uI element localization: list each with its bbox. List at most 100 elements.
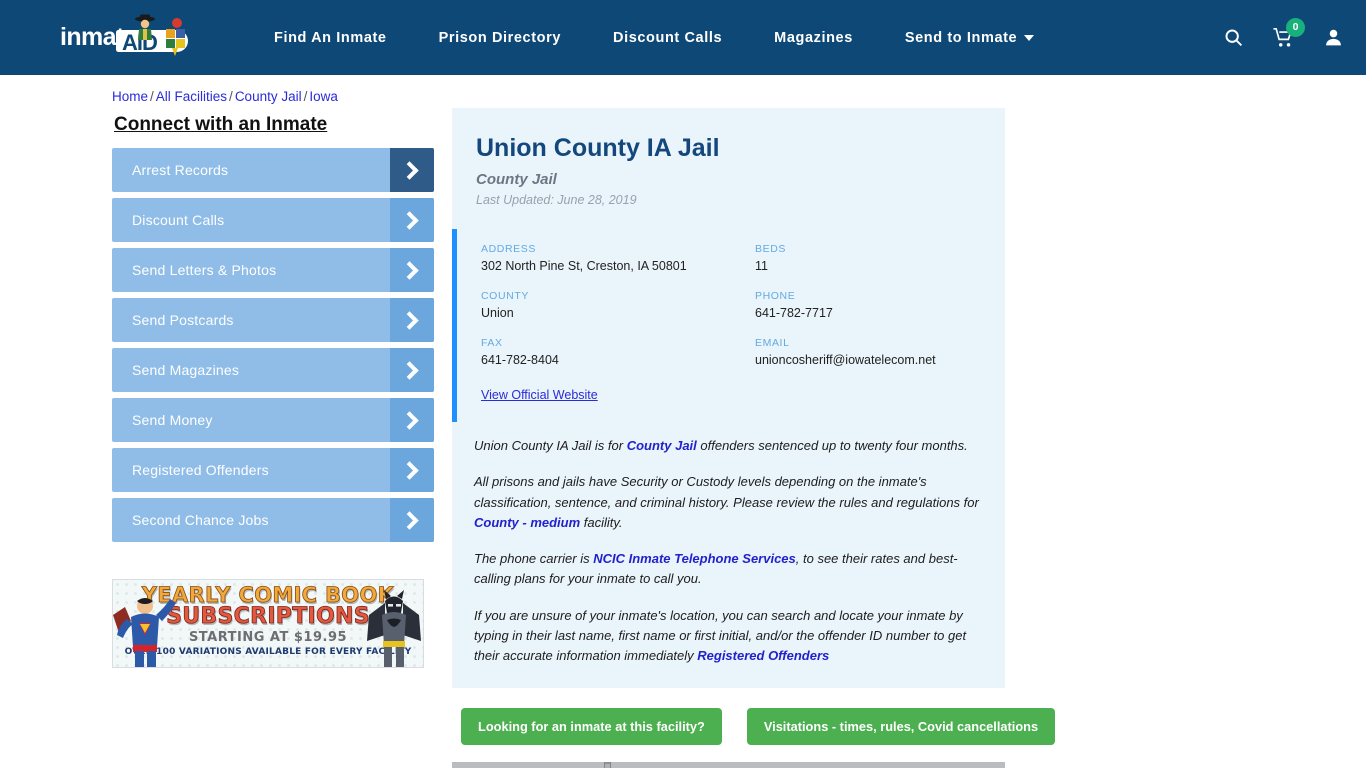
sidebar-item-arrest-records[interactable]: Arrest Records bbox=[112, 148, 434, 192]
detail-label: PHONE bbox=[755, 290, 796, 302]
detail-label: BEDS bbox=[755, 243, 786, 255]
detail-value: unioncosheriff@iowatelecom.net bbox=[755, 353, 936, 367]
sidebar-item-label: Second Chance Jobs bbox=[132, 512, 269, 528]
detail-county: COUNTY Union bbox=[481, 290, 755, 320]
desc-p4-link-registered-offenders[interactable]: Registered Offenders bbox=[697, 648, 829, 663]
sidebar-item-label: Send Magazines bbox=[132, 362, 240, 378]
chevron-right-icon bbox=[390, 148, 434, 192]
facility-subtitle: County Jail bbox=[476, 171, 557, 188]
facility-photo bbox=[452, 762, 1005, 768]
detail-value: 641-782-8404 bbox=[481, 353, 559, 367]
detail-label: EMAIL bbox=[755, 337, 790, 349]
detail-label: ADDRESS bbox=[481, 243, 536, 255]
sidebar-item-discount-calls[interactable]: Discount Calls bbox=[112, 198, 434, 242]
sidebar-item-label: Send Postcards bbox=[132, 312, 234, 328]
nav-link-send-to-inmate-label: Send to Inmate bbox=[904, 29, 1018, 46]
chevron-right-icon bbox=[390, 198, 434, 242]
sidebar-item-send-money[interactable]: Send Money bbox=[112, 398, 434, 442]
chevron-right-icon bbox=[390, 348, 434, 392]
breadcrumb: Home / All Facilities / County Jail / Iowa bbox=[0, 75, 1366, 108]
user-icon[interactable] bbox=[1323, 27, 1344, 48]
sidebar-item-label: Discount Calls bbox=[132, 212, 225, 228]
cart-icon[interactable]: 0 bbox=[1272, 17, 1305, 49]
chevron-right-icon bbox=[390, 398, 434, 442]
chevron-right-icon bbox=[390, 248, 434, 292]
page-title: Union County IA Jail bbox=[476, 134, 720, 162]
nav-icon-group: 0 bbox=[1193, 17, 1344, 49]
description-paragraph-4: If you are unsure of your inmate's locat… bbox=[474, 606, 983, 667]
sidebar-title: Connect with an Inmate bbox=[114, 114, 328, 135]
facility-content: Union County IA Jail County Jail Last Up… bbox=[452, 108, 1056, 768]
breadcrumb-item-all-facilities[interactable]: All Facilities bbox=[156, 89, 227, 104]
detail-label: FAX bbox=[481, 337, 503, 349]
view-official-website-link[interactable]: View Official Website bbox=[481, 388, 598, 402]
breadcrumb-separator: / bbox=[229, 89, 233, 104]
page-body: Home / All Facilities / County Jail / Iowa Con… bbox=[0, 75, 1366, 768]
breadcrumb-item-iowa[interactable]: Iowa bbox=[309, 89, 338, 104]
facility-last-updated: Last Updated: June 28, 2019 bbox=[476, 193, 637, 207]
desc-p1-text-b: offenders sentenced up to twenty four mo… bbox=[696, 438, 968, 453]
detail-fax: FAX 641-782-8404 bbox=[481, 337, 755, 367]
detail-label: COUNTY bbox=[481, 290, 529, 302]
chevron-right-icon bbox=[390, 298, 434, 342]
sidebar-item-label: Registered Offenders bbox=[132, 462, 269, 478]
detail-address: ADDRESS 302 North Pine St, Creston, IA 5… bbox=[481, 243, 755, 273]
description-paragraph-2: All prisons and jails have Security or C… bbox=[474, 472, 983, 533]
desc-p3-link-ncic[interactable]: NCIC Inmate Telephone Services bbox=[593, 551, 796, 566]
sidebar-item-label: Send Letters & Photos bbox=[132, 262, 277, 278]
detail-beds: BEDS 11 bbox=[755, 243, 1005, 273]
nav-link-send-to-inmate[interactable]: Send to Inmate bbox=[879, 30, 1060, 46]
sidebar-item-registered-offenders[interactable]: Registered Offenders bbox=[112, 448, 434, 492]
nav-link-magazines[interactable]: Magazines bbox=[748, 30, 879, 46]
facility-details-grid: ADDRESS 302 North Pine St, Creston, IA 5… bbox=[452, 229, 1005, 422]
detail-value: 641-782-7717 bbox=[755, 306, 833, 320]
batman-illustration bbox=[367, 590, 421, 667]
visitations-button[interactable]: Visitations - times, rules, Covid cancel… bbox=[746, 708, 1056, 746]
sidebar: Connect with an Inmate Arrest Records Di… bbox=[112, 108, 434, 768]
desc-p2-link-county-medium[interactable]: County - medium bbox=[474, 515, 580, 530]
search-icon[interactable] bbox=[1223, 27, 1244, 48]
looking-for-inmate-button[interactable]: Looking for an inmate at this facility? bbox=[461, 708, 722, 746]
chevron-right-icon bbox=[390, 448, 434, 492]
detail-email: EMAIL unioncosheriff@iowatelecom.net bbox=[755, 337, 1005, 367]
site-logo[interactable]: inmate AID bbox=[60, 12, 190, 64]
sidebar-item-send-magazines[interactable]: Send Magazines bbox=[112, 348, 434, 392]
description-paragraph-3: The phone carrier is NCIC Inmate Telepho… bbox=[474, 549, 983, 590]
desc-p3-text-a: The phone carrier is bbox=[474, 551, 594, 567]
detail-value: 302 North Pine St, Creston, IA 50801 bbox=[481, 259, 687, 273]
breadcrumb-separator: / bbox=[150, 89, 154, 104]
desc-p2-text-a: All prisons and jails have Security or C… bbox=[474, 474, 979, 510]
logo-character-icon bbox=[135, 14, 155, 40]
detail-value: 11 bbox=[755, 259, 768, 273]
nav-link-discount-calls[interactable]: Discount Calls bbox=[587, 30, 748, 46]
cta-button-row: Looking for an inmate at this facility? … bbox=[452, 688, 1056, 746]
cart-count-badge: 0 bbox=[1286, 17, 1305, 37]
radio-tower-shape bbox=[604, 762, 611, 768]
sidebar-item-send-postcards[interactable]: Send Postcards bbox=[112, 298, 434, 342]
breadcrumb-separator: / bbox=[303, 89, 308, 104]
detail-phone: PHONE 641-782-7717 bbox=[755, 290, 1005, 320]
nav-link-prison-directory[interactable]: Prison Directory bbox=[413, 30, 587, 46]
facility-card: Union County IA Jail County Jail Last Up… bbox=[452, 108, 1005, 689]
desc-p1-link-county-jail[interactable]: County Jail bbox=[627, 438, 697, 453]
description-paragraph-1: Union County IA Jail is for County Jail … bbox=[474, 436, 983, 456]
sidebar-item-send-letters-photos[interactable]: Send Letters & Photos bbox=[112, 248, 434, 292]
official-website-row: View Official Website bbox=[481, 386, 1005, 404]
sidebar-item-second-chance-jobs[interactable]: Second Chance Jobs bbox=[112, 498, 434, 542]
desc-p2-text-b: facility. bbox=[580, 514, 623, 530]
top-navigation-bar: inmate AID Find An Inmate Prison Directo… bbox=[0, 0, 1366, 75]
comic-book-subscription-ad[interactable]: YEARLY COMIC BOOK SUBSCRIPTIONS STARTING… bbox=[112, 579, 424, 668]
facility-description: Union County IA Jail is for County Jail … bbox=[452, 422, 1005, 688]
logo-blocks-icon bbox=[166, 17, 185, 56]
breadcrumb-item-home[interactable]: Home bbox=[112, 89, 148, 104]
sidebar-item-label: Send Money bbox=[132, 412, 213, 428]
main-columns: Connect with an Inmate Arrest Records Di… bbox=[0, 108, 1366, 768]
desc-p1-text-a: Union County IA Jail is for bbox=[474, 438, 627, 453]
breadcrumb-item-county-jail[interactable]: County Jail bbox=[235, 89, 302, 104]
nav-link-find-an-inmate[interactable]: Find An Inmate bbox=[248, 30, 413, 46]
nav-links: Find An Inmate Prison Directory Discount… bbox=[248, 30, 1193, 46]
chevron-right-icon bbox=[390, 498, 434, 542]
sidebar-item-label: Arrest Records bbox=[132, 162, 229, 178]
chevron-down-icon bbox=[1024, 34, 1035, 41]
detail-value: Union bbox=[481, 306, 514, 320]
